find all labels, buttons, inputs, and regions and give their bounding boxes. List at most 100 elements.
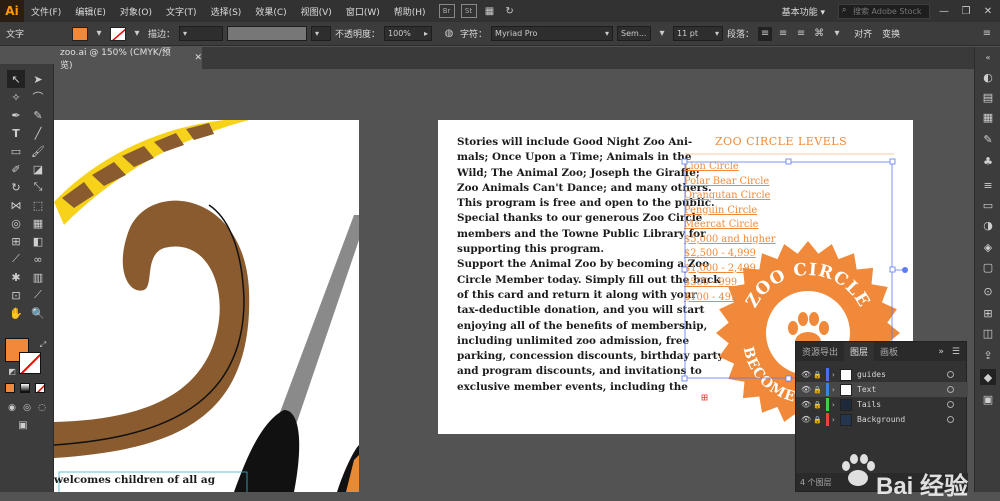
gradient-panel-icon[interactable]: ▭: [980, 197, 996, 213]
transform-label[interactable]: 变换: [882, 27, 900, 40]
menu-type[interactable]: 文字(T): [159, 5, 204, 18]
chevron-right-icon[interactable]: ›: [832, 371, 840, 379]
layer-row-text[interactable]: 👁 🔒 › Text: [796, 382, 968, 397]
gradient-tool-icon[interactable]: ◧: [29, 232, 47, 250]
align-left-icon[interactable]: ≡: [758, 26, 773, 41]
lock-icon[interactable]: 🔒: [813, 371, 823, 379]
rectangle-tool-icon[interactable]: ▭: [7, 142, 25, 160]
chevron-down-icon[interactable]: ▾: [130, 27, 144, 41]
workspace-switcher[interactable]: 基本功能 ▾: [775, 5, 832, 18]
curvature-tool-icon[interactable]: ✎: [29, 106, 47, 124]
menu-effect[interactable]: 效果(C): [248, 5, 293, 18]
gradient-mode-button[interactable]: [20, 383, 30, 393]
eraser-tool-icon[interactable]: ◪: [29, 160, 47, 178]
chevron-right-icon[interactable]: ›: [832, 386, 840, 394]
layers-panel-icon[interactable]: ◆: [980, 369, 996, 385]
tab-asset-export[interactable]: 资源导出: [796, 342, 844, 361]
rotate-tool-icon[interactable]: ↻: [7, 178, 25, 196]
chevron-down-icon[interactable]: ▾: [92, 27, 106, 41]
stroke-color-box[interactable]: [19, 352, 41, 374]
none-mode-button[interactable]: [35, 383, 45, 393]
layer-row-guides[interactable]: 👁 🔒 › guides: [796, 367, 968, 382]
symbol-sprayer-tool-icon[interactable]: ✱: [7, 268, 25, 286]
pen-tool-icon[interactable]: ✒: [7, 106, 25, 124]
panel-menu-icon[interactable]: ☰: [952, 347, 960, 357]
perspective-tool-icon[interactable]: ▦: [29, 214, 47, 232]
appearance-panel-icon[interactable]: ◈: [980, 239, 996, 255]
shape-builder-tool-icon[interactable]: ◎: [7, 214, 25, 232]
chevron-down-icon[interactable]: ▾: [655, 27, 669, 41]
brushes-panel-icon[interactable]: ✎: [980, 131, 996, 147]
variable-width-select[interactable]: [227, 26, 308, 41]
brush-select[interactable]: ▾: [311, 26, 332, 41]
column-graph-tool-icon[interactable]: ▥: [29, 268, 47, 286]
direct-selection-tool-icon[interactable]: ➤: [29, 70, 47, 88]
menu-edit[interactable]: 编辑(E): [68, 5, 113, 18]
blend-tool-icon[interactable]: ∞: [29, 250, 47, 268]
lock-icon[interactable]: 🔒: [813, 416, 823, 424]
mesh-tool-icon[interactable]: ⊞: [7, 232, 25, 250]
touch-type-icon[interactable]: ⌘: [812, 27, 826, 41]
line-tool-icon[interactable]: ╱: [29, 124, 47, 142]
character-label[interactable]: 字符：: [460, 27, 487, 40]
tab-artboards[interactable]: 画板: [874, 342, 904, 361]
chevron-right-icon[interactable]: ›: [832, 416, 840, 424]
gpu-icon[interactable]: ↻: [503, 4, 517, 18]
magic-wand-tool-icon[interactable]: ✧: [7, 88, 25, 106]
artboards-panel-icon[interactable]: ▣: [980, 391, 996, 407]
align-center-icon[interactable]: ≡: [776, 27, 790, 41]
align-label[interactable]: 对齐: [854, 27, 872, 40]
eye-icon[interactable]: 👁: [801, 400, 813, 409]
fill-swatch[interactable]: [72, 26, 88, 41]
target-icon[interactable]: [947, 416, 954, 423]
overflow-menu-icon[interactable]: ≡: [980, 27, 994, 41]
recolor-icon[interactable]: ◍: [442, 27, 456, 41]
hand-tool-icon[interactable]: ✋: [7, 304, 25, 322]
artboard-tool-icon[interactable]: ⊡: [7, 286, 25, 304]
stroke-panel-icon[interactable]: ≡: [980, 177, 996, 193]
menu-window[interactable]: 窗口(W): [339, 5, 387, 18]
stroke-swatch[interactable]: [110, 26, 126, 41]
free-transform-tool-icon[interactable]: ⬚: [29, 196, 47, 214]
chevron-right-icon[interactable]: ›: [832, 401, 840, 409]
color-panel-icon[interactable]: ◐: [980, 69, 996, 85]
slice-tool-icon[interactable]: ⟋: [29, 286, 47, 304]
type-tool-icon[interactable]: T: [7, 124, 25, 142]
menu-view[interactable]: 视图(V): [294, 5, 339, 18]
shaper-tool-icon[interactable]: ✐: [7, 160, 25, 178]
font-style-select[interactable]: Sem...: [617, 26, 652, 41]
eye-icon[interactable]: 👁: [801, 370, 813, 379]
stock-button[interactable]: St: [460, 4, 477, 18]
layer-row-tails[interactable]: 👁 🔒 › Tails: [796, 397, 968, 412]
color-mode-button[interactable]: [5, 383, 15, 393]
color-guide-icon[interactable]: ▤: [980, 89, 996, 105]
chevron-down-icon[interactable]: ▾: [830, 27, 844, 41]
scale-tool-icon[interactable]: ⤡: [29, 178, 47, 196]
graphic-styles-icon[interactable]: ▢: [980, 259, 996, 275]
width-tool-icon[interactable]: ⋈: [7, 196, 25, 214]
lock-icon[interactable]: 🔒: [813, 386, 823, 394]
target-icon[interactable]: [947, 386, 954, 393]
zoom-tool-icon[interactable]: 🔍: [29, 304, 47, 322]
swatches-panel-icon[interactable]: ▦: [980, 109, 996, 125]
close-button[interactable]: ✕: [980, 3, 996, 19]
font-size-input[interactable]: 11 pt ▾: [673, 26, 724, 41]
collapse-icon[interactable]: «: [980, 49, 996, 65]
align-right-icon[interactable]: ≡: [794, 27, 808, 41]
opacity-input[interactable]: 100% ▸: [384, 26, 433, 41]
layer-name[interactable]: Tails: [857, 400, 947, 409]
menu-help[interactable]: 帮助(H): [387, 5, 433, 18]
layer-name[interactable]: Background: [857, 415, 947, 424]
menu-file[interactable]: 文件(F): [24, 5, 68, 18]
layer-name[interactable]: guides: [857, 370, 947, 379]
eye-icon[interactable]: 👁: [801, 415, 813, 424]
bridge-button[interactable]: Br: [438, 4, 455, 18]
lock-icon[interactable]: 🔒: [813, 401, 823, 409]
draw-inside-icon[interactable]: ◌: [33, 399, 51, 417]
eyedropper-tool-icon[interactable]: ⟋: [7, 250, 25, 268]
selection-tool-icon[interactable]: ↖: [7, 70, 25, 88]
artboard-left[interactable]: welcomes children of all ag: [54, 120, 359, 492]
default-colors-icon[interactable]: ◩: [3, 362, 21, 380]
menu-object[interactable]: 对象(O): [113, 5, 159, 18]
minimize-button[interactable]: —: [936, 3, 952, 19]
